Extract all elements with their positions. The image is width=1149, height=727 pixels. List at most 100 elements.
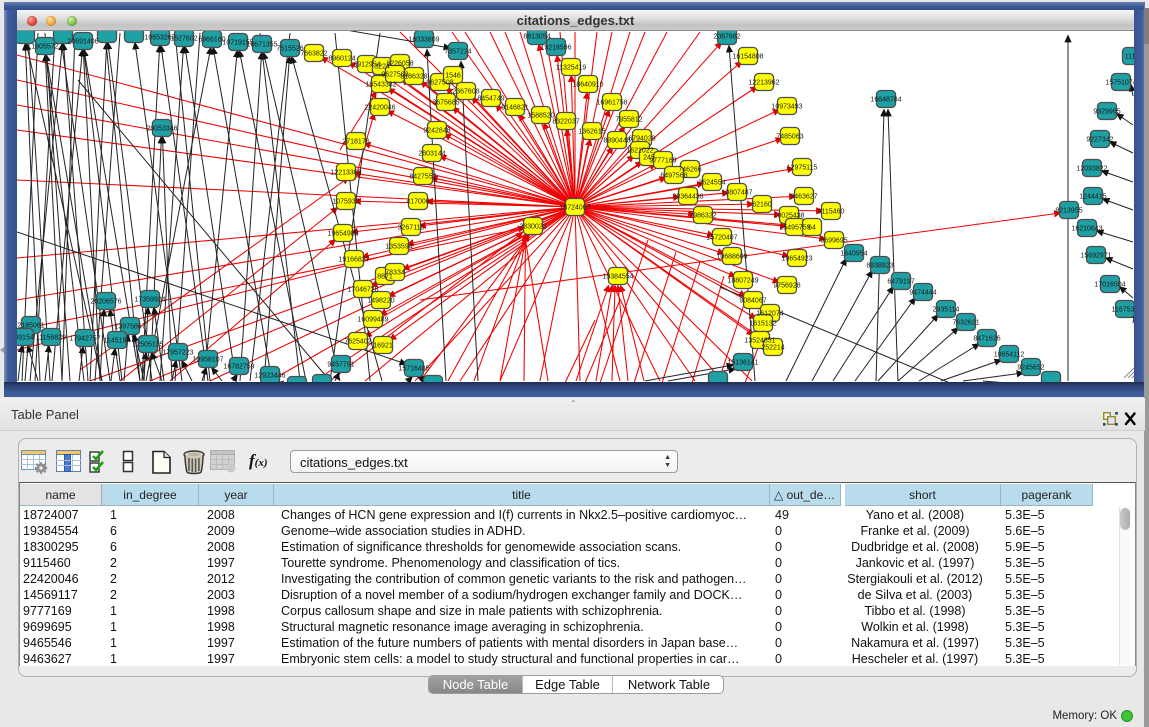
svg-text:1640954: 1640954	[840, 251, 867, 258]
svg-text:16921: 16921	[373, 343, 393, 350]
svg-text:2803144: 2803144	[418, 151, 445, 158]
svg-text:8813054: 8813054	[523, 34, 550, 41]
svg-text:1905572: 1905572	[31, 44, 58, 51]
svg-text:3624554: 3624554	[698, 180, 725, 187]
svg-text:9627508: 9627508	[426, 80, 453, 87]
svg-text:3267110: 3267110	[398, 225, 425, 232]
svg-text:2185061: 2185061	[17, 323, 44, 330]
svg-text:15692971: 15692971	[1080, 253, 1111, 260]
svg-text:7632621: 7632621	[952, 320, 979, 327]
svg-text:7357224: 7357224	[444, 49, 471, 56]
svg-text:3675685: 3675685	[432, 100, 459, 107]
svg-text:16210643: 16210643	[1071, 226, 1102, 233]
svg-text:15716485: 15716485	[398, 366, 429, 373]
svg-text:16671355: 16671355	[246, 42, 277, 49]
svg-text:10958107: 10958107	[192, 357, 223, 364]
svg-text:11325419: 11325419	[556, 65, 587, 72]
svg-text:6497568: 6497568	[660, 173, 687, 180]
svg-text:6479197: 6479197	[887, 279, 914, 286]
svg-text:9474444: 9474444	[909, 290, 936, 297]
svg-text:17957223: 17957223	[162, 350, 193, 357]
svg-text:2087682: 2087682	[713, 34, 740, 41]
svg-text:9777169: 9777169	[649, 158, 676, 165]
svg-text:9699695: 9699695	[820, 238, 847, 245]
svg-text:9242848: 9242848	[423, 128, 450, 135]
svg-text:19218596: 19218596	[540, 45, 571, 52]
svg-text:12213962: 12213962	[748, 80, 779, 87]
svg-text:13524851: 13524851	[744, 338, 775, 345]
svg-text:8454749: 8454749	[477, 96, 504, 103]
svg-text:18807249: 18807249	[727, 278, 758, 285]
svg-text:16648784: 16648784	[870, 97, 901, 104]
svg-text:18640910: 18640910	[572, 82, 603, 89]
svg-text:8990448: 8990448	[603, 138, 630, 145]
svg-text:1588520: 1588520	[527, 113, 554, 120]
svg-text:1498220: 1498220	[367, 298, 394, 305]
svg-text:1145194: 1145194	[104, 338, 131, 345]
svg-text:252214: 252214	[761, 345, 784, 352]
svg-text:2830023: 2830023	[519, 224, 546, 231]
svg-text:64: 64	[808, 225, 816, 232]
svg-text:10025438: 10025438	[773, 213, 804, 220]
svg-text:8471626: 8471626	[973, 336, 1000, 343]
svg-text:417006: 417006	[406, 199, 429, 206]
svg-text:16543382: 16543382	[365, 82, 396, 89]
svg-text:17046728: 17046728	[347, 287, 378, 294]
svg-text:1527602: 1527602	[170, 36, 197, 43]
svg-text:9084067: 9084067	[739, 298, 766, 305]
svg-text:20206576: 20206576	[90, 299, 121, 306]
svg-text:1546: 1546	[445, 73, 461, 80]
svg-text:16154808: 16154808	[732, 54, 763, 61]
svg-text:19654923: 19654923	[781, 256, 812, 263]
svg-text:20691406: 20691406	[67, 39, 98, 46]
svg-text:39154: 39154	[17, 335, 34, 342]
svg-text:16782759: 16782759	[223, 364, 254, 371]
svg-text:16099489: 16099489	[357, 317, 388, 324]
svg-text:7485063: 7485063	[776, 134, 803, 141]
svg-text:1353594: 1353594	[385, 244, 412, 251]
svg-text:9457791: 9457791	[327, 362, 354, 369]
svg-text:17942757: 17942757	[69, 336, 100, 343]
svg-text:9329965: 9329965	[1093, 109, 1120, 116]
svg-text:9115460: 9115460	[818, 209, 845, 216]
svg-text:15495759: 15495759	[779, 225, 810, 232]
svg-text:10688609: 10688609	[716, 254, 747, 261]
svg-text:1362615: 1362615	[578, 129, 605, 136]
svg-text:18724007: 18724007	[559, 205, 590, 212]
svg-text:17016504: 17016504	[1094, 282, 1125, 289]
svg-text:12213369: 12213369	[330, 170, 361, 177]
svg-text:6794028: 6794028	[628, 136, 655, 143]
svg-text:9245652: 9245652	[1017, 365, 1044, 372]
svg-text:8427552: 8427552	[409, 174, 436, 181]
svg-text:7986322: 7986322	[689, 213, 716, 220]
svg-text:78334: 78334	[385, 270, 405, 277]
svg-text:8322037: 8322037	[552, 119, 579, 126]
svg-text:8213955: 8213955	[1055, 208, 1082, 215]
svg-text:19384554: 19384554	[602, 274, 633, 281]
svg-text:15751074: 15751074	[1105, 80, 1134, 87]
svg-text:9146821: 9146821	[501, 105, 528, 112]
svg-text:62160: 62160	[752, 202, 772, 209]
svg-text:8938923: 8938923	[866, 263, 893, 270]
svg-text:7663822: 7663822	[300, 51, 327, 58]
svg-text:2718176: 2718176	[342, 139, 369, 146]
svg-text:8226058: 8226058	[386, 61, 413, 68]
svg-text:16961758: 16961758	[596, 100, 627, 107]
svg-text:1112: 1112	[1125, 54, 1134, 61]
svg-text:12975115: 12975115	[787, 165, 818, 172]
svg-text:16033809: 16033809	[408, 37, 439, 44]
svg-text:15136141: 15136141	[727, 360, 758, 367]
svg-text:29053346: 29053346	[146, 126, 177, 133]
svg-text:2367608: 2367608	[452, 89, 479, 96]
svg-text:8186328: 8186328	[400, 74, 427, 81]
svg-text:1621022: 1621022	[626, 148, 653, 155]
svg-text:2935114: 2935114	[933, 307, 960, 314]
svg-text:10807487: 10807487	[721, 190, 752, 197]
svg-text:9463627: 9463627	[790, 194, 817, 201]
svg-text:7625402: 7625402	[344, 339, 371, 346]
svg-text:11156829: 11156829	[36, 335, 66, 342]
svg-text:9227342: 9227342	[1086, 137, 1113, 144]
svg-text:15720407: 15720407	[706, 235, 737, 242]
svg-text:22420046: 22420046	[364, 105, 395, 112]
svg-text:19654983: 19654983	[327, 231, 358, 238]
